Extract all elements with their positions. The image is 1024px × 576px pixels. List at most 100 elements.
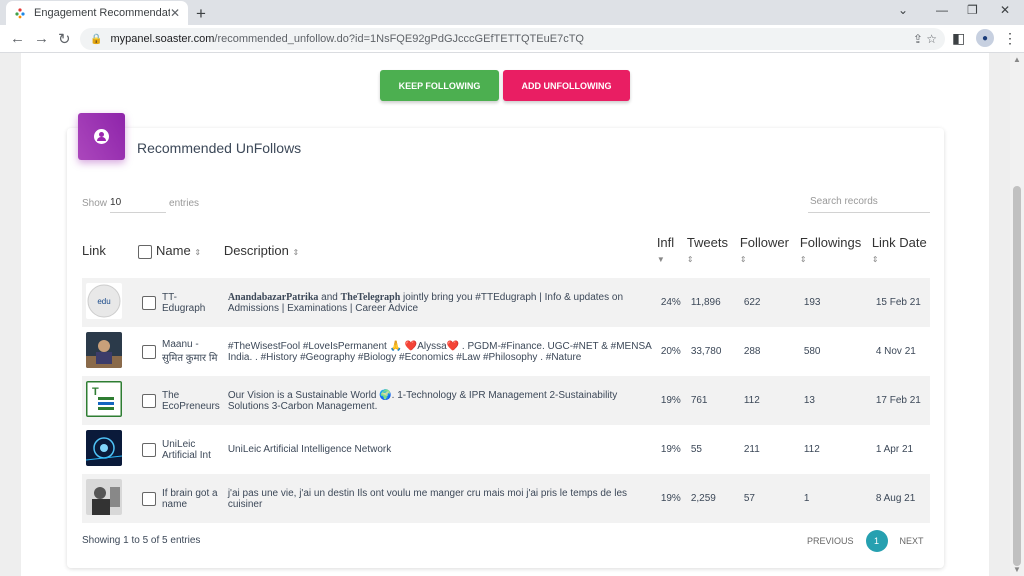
tab-title: Engagement Recommendations — [34, 7, 170, 19]
scroll-up-icon[interactable]: ▲ — [1013, 55, 1021, 64]
forward-icon[interactable]: → — [34, 30, 49, 47]
table-row: Maanu - सुमित कुमार मि #TheWisestFool #L… — [82, 327, 930, 376]
svg-text:edu: edu — [97, 297, 110, 306]
row-checkbox[interactable] — [142, 491, 156, 506]
row-name: If brain got a name — [162, 487, 218, 510]
row-checkbox[interactable] — [142, 295, 156, 310]
site-favicon-icon — [15, 8, 25, 19]
link-cell[interactable]: edu — [82, 278, 138, 327]
row-checkbox[interactable] — [142, 393, 156, 408]
follower-cell: 112 — [743, 395, 760, 406]
table-row: edu TT-Edugraph AnandabazarPatrika and T… — [82, 278, 930, 327]
user-circle-icon — [78, 113, 125, 160]
link-cell[interactable] — [82, 425, 138, 474]
profile-thumbnail[interactable] — [85, 430, 123, 466]
table-row: UniLeic Artificial Int UniLeic Artificia… — [82, 425, 930, 474]
desc-text: and — [318, 291, 341, 303]
profile-thumbnail[interactable]: T — [84, 379, 124, 419]
col-infl[interactable]: Infl ▼ — [657, 232, 687, 278]
browser-toolbar: ← → ↻ 🔒 mypanel.soaster.com/recommended_… — [0, 25, 1024, 53]
tweets-cell: 2,259 — [690, 493, 716, 504]
col-tweets-label: Tweets — [686, 235, 728, 250]
col-follower[interactable]: Follower ⇕ — [740, 232, 800, 278]
page-viewport: KEEP FOLLOWING ADD UNFOLLOWING Recommend… — [0, 53, 1024, 576]
col-name[interactable]: Name ⇕ — [138, 232, 224, 278]
profile-thumbnail[interactable] — [86, 479, 122, 515]
restore-icon[interactable]: ❐ — [967, 3, 978, 17]
row-checkbox[interactable] — [142, 344, 156, 359]
address-bar[interactable]: 🔒 mypanel.soaster.com/recommended_unfoll… — [80, 28, 945, 50]
name-cell: Maanu - सुमित कुमार मि — [138, 327, 224, 376]
table-info: Showing 1 to 5 of 5 entries — [82, 535, 201, 546]
description-cell: AnandabazarPatrika and TheTelegraph join… — [224, 278, 657, 327]
close-window-icon[interactable]: ✕ — [1000, 3, 1010, 17]
scroll-down-icon[interactable]: ▼ — [1013, 565, 1021, 574]
followings-cell: 13 — [803, 395, 815, 406]
col-followings-label: Followings — [799, 235, 862, 250]
followings-cell: 1 — [803, 493, 810, 504]
new-tab-icon[interactable]: + — [196, 4, 206, 24]
profile-thumbnail[interactable]: edu — [86, 283, 122, 319]
back-icon[interactable]: ← — [10, 30, 25, 47]
followings-cell: 112 — [803, 444, 820, 455]
row-checkbox[interactable] — [142, 442, 156, 457]
date-cell: 8 Aug 21 — [875, 493, 916, 504]
url-host: mypanel.soaster.com — [110, 33, 215, 45]
next-button[interactable]: NEXT — [900, 536, 924, 546]
recommended-unfollows-card: Recommended UnFollows Show 10 entries Se… — [67, 113, 944, 568]
date-cell: 17 Feb 21 — [875, 395, 921, 406]
table-row: If brain got a name j'ai pas une vie, j'… — [82, 474, 930, 523]
keep-following-button[interactable]: KEEP FOLLOWING — [380, 70, 499, 101]
select-all-checkbox[interactable] — [138, 244, 152, 259]
share-icon[interactable]: ⇪ ☆ — [913, 32, 937, 46]
infl-cell: 19% — [660, 493, 681, 504]
page-1-button[interactable]: 1 — [865, 530, 888, 552]
link-cell[interactable]: T — [82, 376, 138, 425]
entries-select[interactable]: 10 — [110, 194, 167, 213]
infl-cell: 19% — [660, 444, 681, 455]
link-cell[interactable] — [82, 327, 138, 376]
chrome-menu-icon[interactable]: ⋮ — [1003, 30, 1017, 47]
follower-cell: 211 — [743, 444, 760, 455]
col-link-date[interactable]: Link Date ⇕ — [872, 232, 930, 278]
table-row: T The EcoPreneurs Our Vision is a Sustai… — [82, 376, 930, 425]
link-cell[interactable] — [82, 474, 138, 523]
side-panel-icon[interactable]: ◧ — [952, 30, 965, 47]
infl-cell: 24% — [660, 297, 681, 308]
col-infl-label: Infl — [656, 235, 675, 250]
col-description-label: Description — [223, 243, 289, 258]
entries-length-control: Show 10 entries — [82, 194, 199, 213]
unfollows-table: Link Name ⇕ Description ⇕ Infl ▼ Tweets ⇕ … — [82, 232, 930, 523]
col-description[interactable]: Description ⇕ — [224, 232, 657, 278]
tab-search-icon[interactable]: ⌄ — [898, 3, 908, 17]
row-name: TT-Edugraph — [162, 291, 206, 314]
tab-close-icon[interactable]: ✕ — [170, 6, 180, 20]
col-follower-label: Follower — [739, 235, 789, 250]
search-input[interactable]: Search records — [808, 194, 930, 213]
col-tweets[interactable]: Tweets ⇕ — [687, 232, 740, 278]
reload-icon[interactable]: ↻ — [58, 30, 71, 48]
infl-cell: 19% — [660, 395, 681, 406]
follower-cell: 57 — [743, 493, 755, 504]
col-followings[interactable]: Followings ⇕ — [800, 232, 872, 278]
date-cell: 15 Feb 21 — [875, 297, 921, 308]
card-title: Recommended UnFollows — [137, 140, 302, 156]
browser-tab[interactable]: Engagement Recommendations ✕ — [6, 1, 188, 25]
sort-icon: ⇕ — [194, 248, 202, 257]
bookmark-star-icon[interactable]: ☆ — [926, 32, 937, 46]
follower-cell: 622 — [743, 297, 761, 308]
add-unfollowing-button[interactable]: ADD UNFOLLOWING — [503, 70, 630, 101]
sort-desc-icon: ▼ — [656, 255, 665, 264]
scrollbar-thumb[interactable] — [1013, 186, 1021, 566]
entries-label: entries — [169, 198, 200, 209]
date-cell: 1 Apr 21 — [875, 444, 914, 455]
tweets-cell: 11,896 — [690, 297, 721, 308]
sort-icon: ⇕ — [686, 255, 694, 264]
minimize-icon[interactable]: — — [936, 3, 948, 17]
profile-thumbnail[interactable] — [86, 332, 122, 368]
page-scrollbar[interactable]: ▲ ▼ — [1010, 53, 1024, 576]
sort-icon: ⇕ — [739, 255, 747, 264]
previous-button[interactable]: PREVIOUS — [807, 536, 854, 546]
profile-icon[interactable]: ● — [976, 29, 994, 47]
sort-icon: ⇕ — [799, 255, 807, 264]
